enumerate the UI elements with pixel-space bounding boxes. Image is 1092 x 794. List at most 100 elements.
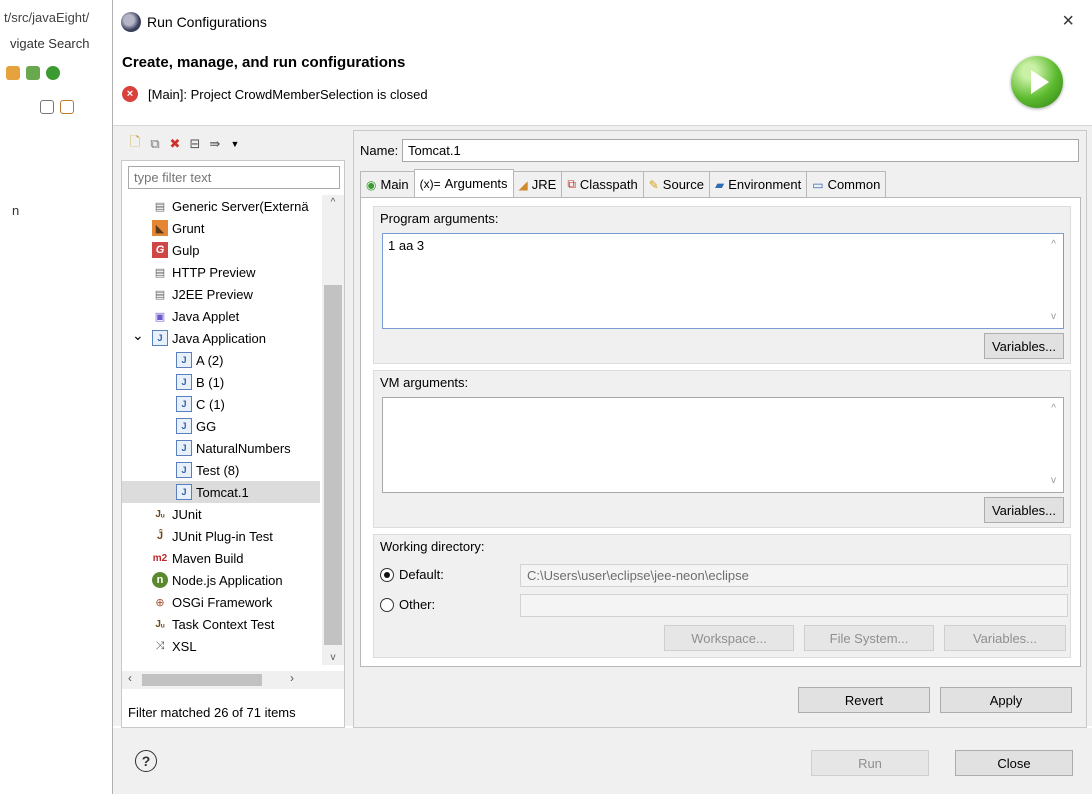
close-icon[interactable]: ×: [1062, 10, 1074, 33]
configuration-editor: Name: ◉Main(x)=Arguments◢JRE⧉Classpath✎S…: [353, 130, 1087, 728]
chevron-down-icon[interactable]: ⌄: [132, 327, 152, 344]
default-radio-label: Default:: [399, 567, 444, 582]
tree-item[interactable]: J GG: [122, 415, 320, 437]
new-configuration-icon[interactable]: 🗋: [127, 134, 143, 152]
program-variables-button[interactable]: Variables...: [984, 333, 1064, 359]
tab-arguments[interactable]: (x)= Arguments: [413, 169, 514, 197]
filter-input[interactable]: [128, 166, 340, 189]
dialog-header: Create, manage, and run configurations ×…: [113, 44, 1092, 126]
common-tab-icon: ▭: [812, 177, 824, 192]
program-arguments-input[interactable]: 1 aa 3: [382, 233, 1064, 329]
tree-item[interactable]: ⊕ OSGi Framework: [122, 591, 320, 613]
vm-arguments-input[interactable]: [382, 397, 1064, 493]
tree-item[interactable]: ◣ Grunt: [122, 217, 320, 239]
tree-item[interactable]: JA (2): [122, 349, 320, 371]
tree-item-label: HTTP Preview: [172, 264, 256, 280]
other-radio-label: Other:: [399, 597, 436, 612]
vm-variables-button[interactable]: Variables...: [984, 497, 1064, 523]
scroll-up-icon[interactable]: ^: [322, 197, 344, 208]
tree-item[interactable]: ▤ Generic Server(Externä: [122, 195, 320, 217]
jre-tab-icon: ◢: [518, 177, 528, 192]
scrollbar-thumb[interactable]: [142, 674, 262, 686]
tree-item[interactable]: ▣ Java Applet: [122, 305, 320, 327]
tab-jre[interactable]: ◢ JRE: [512, 171, 563, 197]
java-icon: J: [176, 418, 192, 434]
osgi-icon: ⊕: [155, 596, 165, 609]
dialog-title: Run Configurations: [147, 14, 267, 30]
program-arguments-group: Program arguments: 1 aa 3 ^ v Variables.…: [373, 206, 1071, 364]
file-system-button[interactable]: File System...: [804, 625, 934, 651]
duplicate-icon[interactable]: ⧉: [147, 136, 163, 152]
default-radio[interactable]: Default:: [380, 567, 444, 582]
tree-item[interactable]: J Tomcat.1: [122, 481, 320, 503]
tab-label: Source: [662, 177, 704, 192]
tree-item[interactable]: JB (1): [122, 371, 320, 393]
xsl-icon: ⤨: [155, 639, 165, 652]
scroll-right-icon[interactable]: ›: [290, 671, 294, 685]
tree-item-label: Generic Server(Externä: [172, 198, 309, 214]
tab-source[interactable]: ✎ Source: [642, 171, 710, 197]
tree-item[interactable]: Ĵ JUnit Plug-in Test: [122, 525, 320, 547]
tab-common[interactable]: ▭ Common: [806, 171, 887, 197]
other-radio[interactable]: Other:: [380, 597, 435, 612]
arguments-tab-icon: (x)=: [419, 176, 441, 191]
scrollbar-thumb[interactable]: [324, 285, 342, 645]
background-toolbar: [0, 62, 112, 84]
vm-arguments-label: VM arguments:: [380, 375, 469, 390]
tree-item[interactable]: J Test (8): [122, 459, 320, 481]
error-icon: ×: [122, 86, 138, 102]
tree-item[interactable]: J NaturalNumbers: [122, 437, 320, 459]
tree-item[interactable]: JC (1): [122, 393, 320, 415]
tree-vertical-scrollbar[interactable]: ^ v: [322, 195, 344, 665]
scroll-down-icon: v: [1051, 311, 1056, 322]
tree-item[interactable]: n Node.js Application: [122, 569, 320, 591]
tree-item[interactable]: m2 Maven Build: [122, 547, 320, 569]
other-directory-field: [520, 594, 1068, 617]
working-directory-label: Working directory:: [380, 539, 485, 554]
tree-item[interactable]: ⌄ J Java Application: [122, 327, 320, 349]
run-configurations-dialog: Run Configurations × Create, manage, and…: [112, 0, 1092, 794]
applet-icon: ▣: [154, 310, 166, 323]
revert-button[interactable]: Revert: [798, 687, 930, 713]
tree-horizontal-scrollbar[interactable]: ‹ ›: [122, 671, 344, 689]
tab-label: Common: [827, 177, 881, 192]
scroll-down-icon[interactable]: v: [322, 652, 344, 663]
tab-label: Arguments: [444, 176, 508, 191]
tree-item[interactable]: Jᵤ Task Context Test: [122, 613, 320, 635]
run-button[interactable]: Run: [811, 750, 929, 776]
toolbar-icon: [6, 66, 20, 80]
background-ide-window: t/src/javaEight/ vigate Search n: [0, 0, 112, 794]
java-icon: J: [176, 374, 192, 390]
tree-item-label: Grunt: [172, 220, 205, 236]
tree-item[interactable]: ▤ HTTP Preview: [122, 261, 320, 283]
scroll-down-icon: v: [1051, 475, 1056, 486]
apply-button[interactable]: Apply: [940, 687, 1072, 713]
scroll-left-icon[interactable]: ‹: [128, 671, 132, 685]
dialog-footer: ? Run Close: [113, 728, 1092, 794]
java-icon: J: [152, 330, 168, 346]
delete-icon[interactable]: ✖: [167, 136, 183, 152]
filter-icon[interactable]: ⇛: [207, 136, 223, 152]
collapse-all-icon[interactable]: ⊟: [187, 136, 203, 152]
background-menu-text: vigate Search: [10, 36, 90, 51]
java-icon: J: [176, 396, 192, 412]
tree-item[interactable]: G Gulp: [122, 239, 320, 261]
tree-item[interactable]: Jᵤ JUnit: [122, 503, 320, 525]
tree-item[interactable]: ▤ J2EE Preview: [122, 283, 320, 305]
name-input[interactable]: [402, 139, 1079, 162]
help-icon[interactable]: ?: [135, 750, 157, 772]
workspace-button[interactable]: Workspace...: [664, 625, 794, 651]
eclipse-icon: [121, 12, 141, 32]
directory-variables-button[interactable]: Variables...: [944, 625, 1066, 651]
java-icon: J: [176, 440, 192, 456]
close-button[interactable]: Close: [955, 750, 1073, 776]
header-title: Create, manage, and run configurations: [122, 54, 406, 71]
tree-item[interactable]: ⤨ XSL: [122, 635, 320, 657]
java-icon: J: [176, 352, 192, 368]
scroll-up-icon: ^: [1051, 239, 1056, 250]
tab-main[interactable]: ◉ Main: [360, 171, 415, 197]
chevron-down-icon[interactable]: ▼: [227, 136, 243, 152]
tab-classpath[interactable]: ⧉ Classpath: [561, 171, 644, 197]
tree-item-label: A (2): [196, 352, 224, 368]
tab-environment[interactable]: ▰ Environment: [709, 171, 808, 197]
